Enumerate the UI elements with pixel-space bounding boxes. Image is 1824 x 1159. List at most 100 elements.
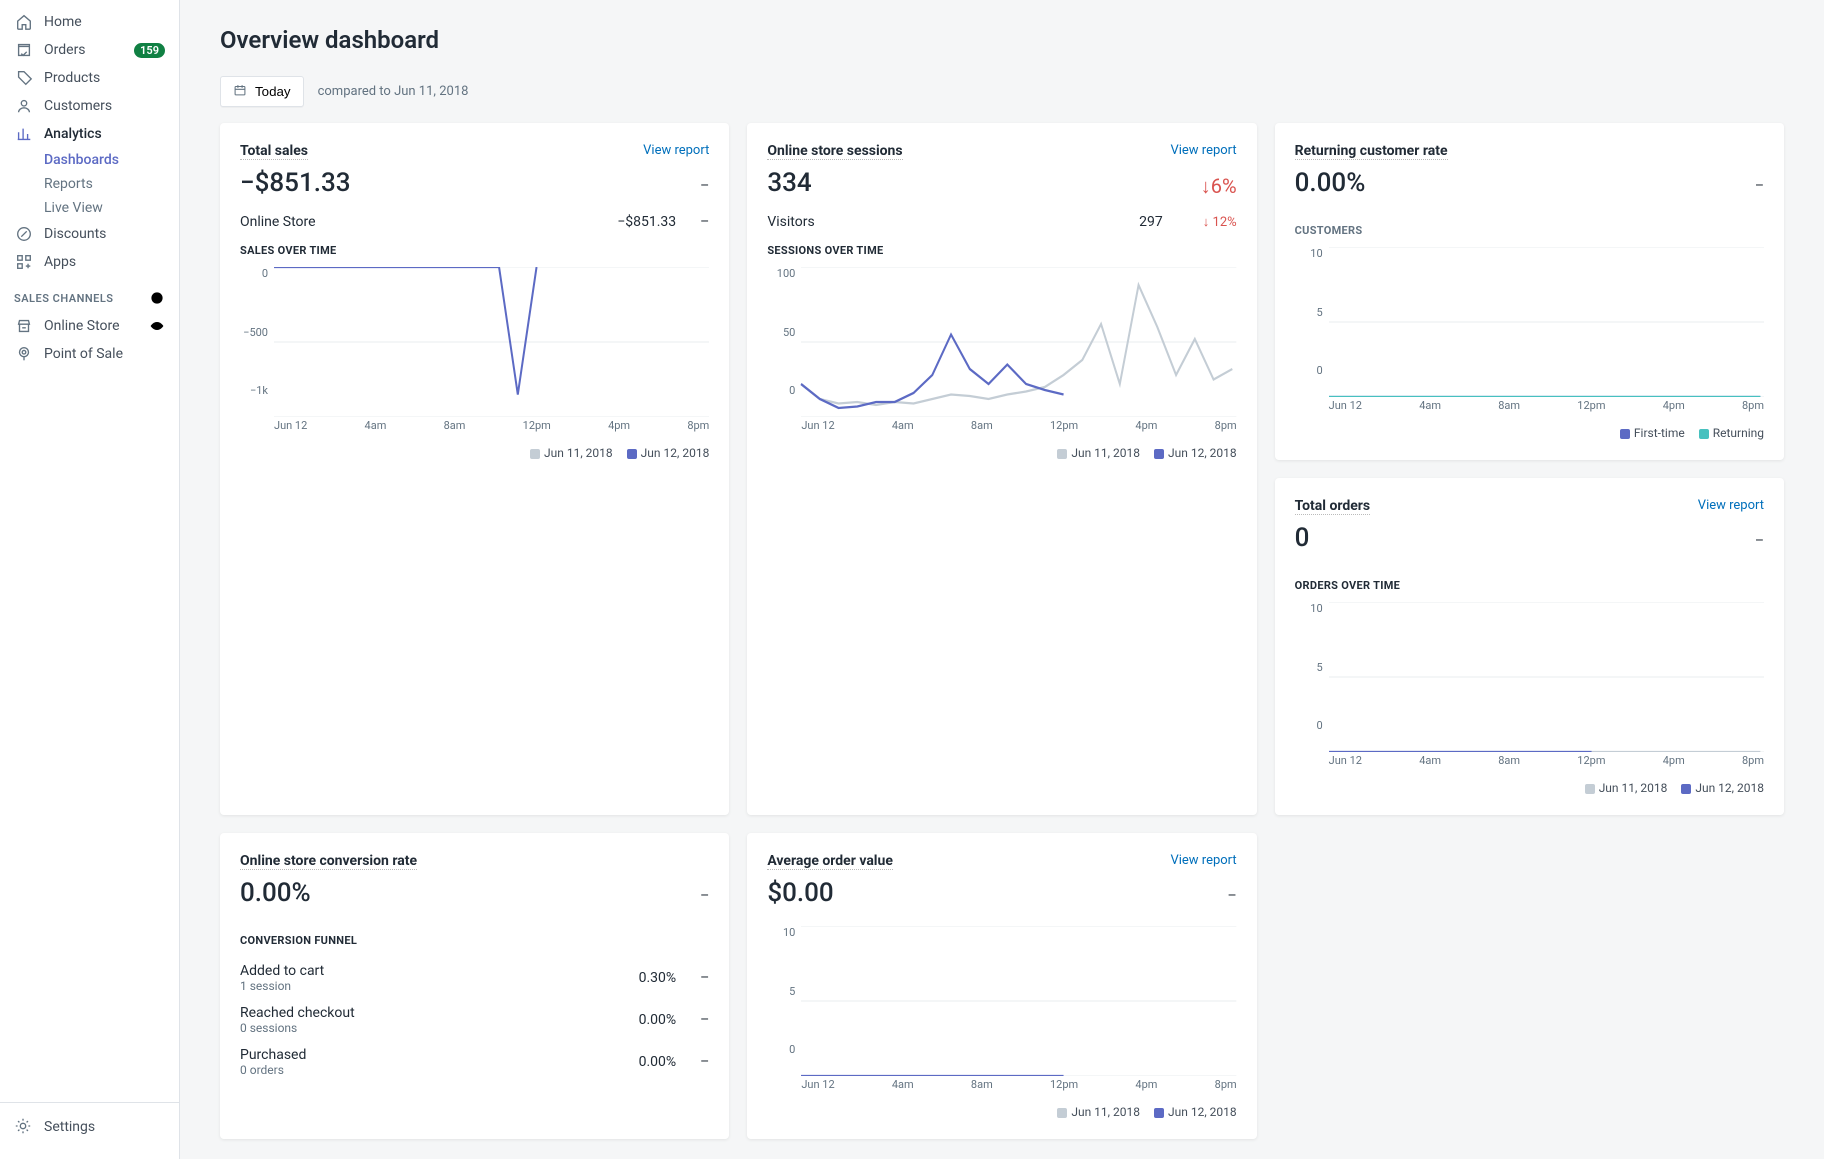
nav-label: Point of Sale [44, 346, 165, 362]
card-title: Total orders [1295, 498, 1370, 515]
view-report-link[interactable]: View report [643, 143, 709, 158]
main-content: Overview dashboard Today compared to Jun… [180, 0, 1824, 1159]
delta-dash: – [1227, 888, 1236, 904]
view-report-link[interactable]: View report [1698, 498, 1764, 513]
customers-label: CUSTOMERS [1295, 224, 1764, 237]
date-range-button[interactable]: Today [220, 76, 304, 107]
orders-badge: 159 [134, 43, 165, 58]
compared-text: compared to Jun 11, 2018 [318, 84, 469, 99]
sidebar-item-discounts[interactable]: Discounts [0, 220, 179, 248]
page-title: Overview dashboard [220, 26, 1784, 54]
nav-label: Online Store [44, 318, 149, 334]
sidebar-item-analytics[interactable]: Analytics [0, 120, 179, 148]
sidebar-item-home[interactable]: Home [0, 8, 179, 36]
nav-label: Home [44, 14, 165, 30]
orders-over-time-label: ORDERS OVER TIME [1295, 579, 1764, 592]
chart-sessions: 100500 [767, 267, 1236, 417]
total-sales-value: −$851.33 [240, 168, 351, 198]
funnel-label: CONVERSION FUNNEL [240, 934, 709, 947]
funnel-rows: Added to cart1 session0.30%–Reached chec… [240, 957, 709, 1083]
tag-icon [14, 68, 34, 88]
view-report-link[interactable]: View report [1170, 143, 1236, 158]
card-title: Returning customer rate [1295, 143, 1448, 160]
legend-dates: Jun 11, 2018 Jun 12, 2018 [767, 1105, 1236, 1119]
orders-icon [14, 40, 34, 60]
sales-over-time-label: SALES OVER TIME [240, 244, 709, 257]
sidebar-item-orders[interactable]: Orders 159 [0, 36, 179, 64]
xaxis: Jun 124am8am12pm4pm8pm [240, 419, 709, 432]
xaxis: Jun 124am8am12pm4pm8pm [767, 419, 1236, 432]
user-icon [14, 96, 34, 116]
delta-dash: – [700, 888, 709, 904]
nav-label: Customers [44, 98, 165, 114]
sessions-value: 334 [767, 168, 811, 198]
delta-dash: – [700, 178, 709, 194]
card-title: Online store sessions [767, 143, 902, 160]
nav-label: Analytics [44, 126, 165, 142]
card-title: Total sales [240, 143, 308, 160]
card-aov: Average order value View report $0.00 – … [747, 833, 1256, 1139]
nav-label: Products [44, 70, 165, 86]
sidebar-item-settings[interactable]: Settings [0, 1102, 179, 1151]
nav-label: Orders [44, 42, 134, 58]
legend-dates: Jun 11, 2018 Jun 12, 2018 [240, 446, 709, 460]
card-conversion: Online store conversion rate 0.00% – CON… [220, 833, 729, 1139]
card-total-orders: Total orders View report 0 – ORDERS OVER… [1275, 478, 1784, 815]
view-report-link[interactable]: View report [1170, 853, 1236, 868]
card-title: Online store conversion rate [240, 853, 417, 870]
sidebar-item-products[interactable]: Products [0, 64, 179, 92]
sidebar-item-customers[interactable]: Customers [0, 92, 179, 120]
down-arrow-icon: ↓ [1201, 174, 1211, 198]
sidebar: Home Orders 159 Products Customers Analy… [0, 0, 180, 1159]
store-icon [14, 316, 34, 336]
home-icon [14, 12, 34, 32]
delta-dash: – [1755, 533, 1764, 549]
chart-customers: 1050 [1295, 247, 1764, 397]
sidebar-item-apps[interactable]: Apps [0, 248, 179, 276]
card-returning-rate: Returning customer rate 0.00% – CUSTOMER… [1275, 123, 1784, 460]
chart-sales: 0−500−1k [240, 267, 709, 417]
card-sessions: Online store sessions View report 334 ↓6… [747, 123, 1256, 815]
analytics-subnav: Dashboards Reports Live View [0, 148, 179, 220]
chart-icon [14, 124, 34, 144]
legend-customers: First-time Returning [1295, 426, 1764, 440]
legend-dates: Jun 11, 2018 Jun 12, 2018 [767, 446, 1236, 460]
conversion-value: 0.00% [240, 878, 311, 908]
eye-icon[interactable] [149, 318, 165, 334]
date-row: Today compared to Jun 11, 2018 [220, 76, 1784, 107]
sessions-delta: ↓6% [1201, 174, 1237, 199]
nav-label: Apps [44, 254, 165, 270]
aov-value: $0.00 [767, 878, 833, 908]
chart-orders: 1050 [1295, 602, 1764, 752]
sales-channels-header: SALES CHANNELS [0, 276, 179, 312]
gear-icon [14, 1117, 34, 1137]
xaxis: Jun 124am8am12pm4pm8pm [767, 1078, 1236, 1091]
chart-aov: 1050 [767, 926, 1236, 1076]
pin-icon [14, 344, 34, 364]
nav-label: Discounts [44, 226, 165, 242]
funnel-row: Added to cart1 session0.30%– [240, 957, 709, 999]
main-nav: Home Orders 159 Products Customers Analy… [0, 8, 179, 1102]
column-3: Returning customer rate 0.00% – CUSTOMER… [1275, 123, 1784, 815]
card-title: Average order value [767, 853, 893, 870]
add-channel-icon[interactable] [149, 290, 165, 306]
legend-dates: Jun 11, 2018 Jun 12, 2018 [1295, 781, 1764, 795]
return-rate-value: 0.00% [1295, 168, 1366, 198]
apps-icon [14, 252, 34, 272]
sidebar-item-onlinestore[interactable]: Online Store [0, 312, 179, 340]
sessions-over-time-label: SESSIONS OVER TIME [767, 244, 1236, 257]
app-root: Home Orders 159 Products Customers Analy… [0, 0, 1824, 1159]
date-range-label: Today [255, 84, 291, 99]
sidebar-item-dashboards[interactable]: Dashboards [44, 148, 179, 172]
settings-label: Settings [44, 1119, 95, 1135]
calendar-icon [233, 83, 247, 100]
down-arrow-icon: ↓ [1203, 215, 1210, 230]
sidebar-item-pos[interactable]: Point of Sale [0, 340, 179, 368]
delta-dash: – [1755, 178, 1764, 194]
dashboard-grid: Total sales View report −$851.33 – Onlin… [220, 123, 1784, 1139]
visitors-row: Visitors 297 ↓ 12% [767, 212, 1236, 232]
funnel-row: Reached checkout0 sessions0.00%– [240, 999, 709, 1041]
card-total-sales: Total sales View report −$851.33 – Onlin… [220, 123, 729, 815]
sidebar-item-liveview[interactable]: Live View [44, 196, 179, 220]
sidebar-item-reports[interactable]: Reports [44, 172, 179, 196]
